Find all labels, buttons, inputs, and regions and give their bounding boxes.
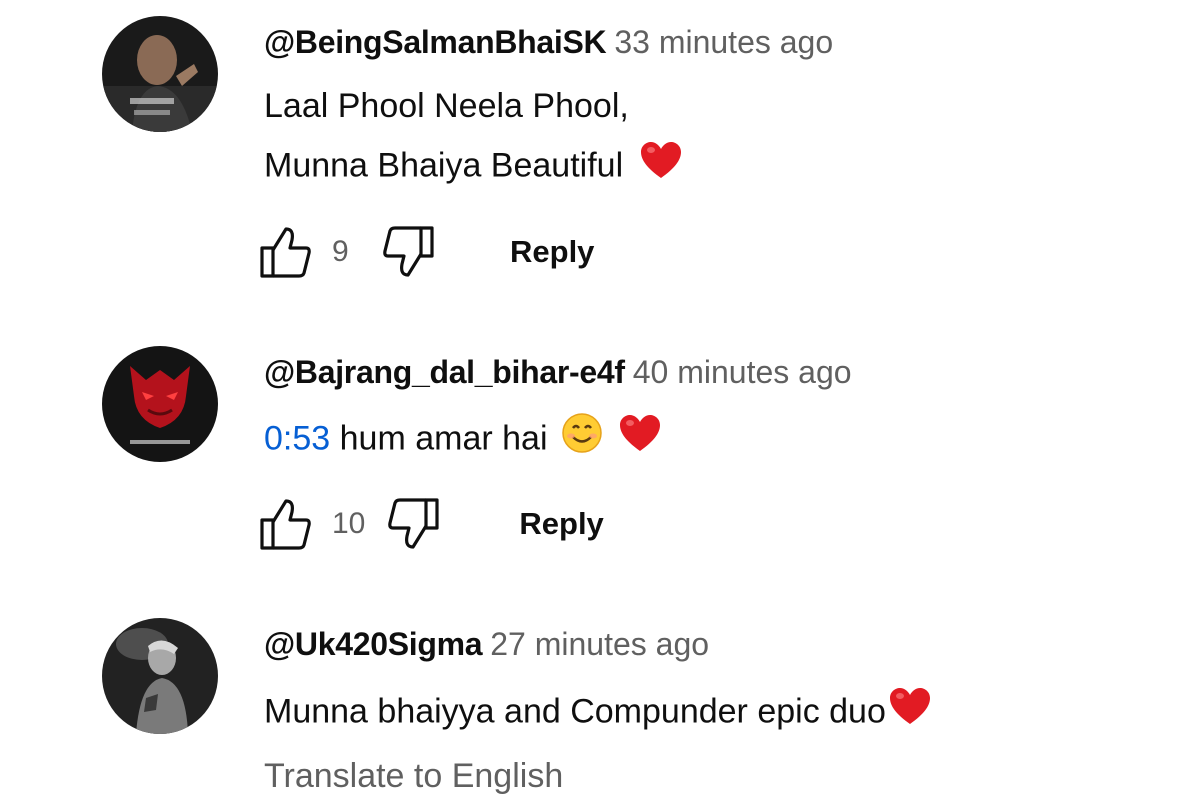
like-count: 9 [332, 235, 349, 268]
author-name[interactable]: @BeingSalmanBhaiSK [264, 24, 607, 60]
dislike-button[interactable] [385, 496, 441, 552]
translate-button[interactable]: Translate to English [264, 754, 563, 798]
comment-actions: 10 Reply [258, 496, 604, 552]
comment-text: Munna Bhaiya Beautiful [264, 142, 683, 193]
reply-button[interactable]: Reply [519, 506, 603, 542]
thumbs-up-icon [260, 499, 311, 550]
like-count: 10 [332, 507, 366, 540]
comment-text-line: Laal Phool Neela Phool, [264, 87, 629, 125]
like-button[interactable] [258, 496, 314, 552]
avatar-red-face-icon [102, 346, 218, 462]
reply-button[interactable]: Reply [510, 234, 594, 270]
comment-header: @Uk420Sigma 27 minutes ago [264, 624, 709, 664]
thumbs-down-icon [383, 226, 434, 277]
avatar[interactable] [102, 16, 218, 132]
comment-header: @BeingSalmanBhaiSK 33 minutes ago [264, 22, 833, 62]
comments-section: @BeingSalmanBhaiSK 33 minutes ago Laal Ph… [0, 0, 1200, 800]
avatar[interactable] [102, 346, 218, 462]
avatar-man-pointing-icon [102, 16, 218, 132]
author-name[interactable]: @Bajrang_dal_bihar-e4f [264, 354, 625, 390]
red-heart-icon [618, 413, 662, 464]
avatar-grey-figure-icon [102, 618, 218, 734]
avatar[interactable] [102, 618, 218, 734]
comment-actions: 9 Reply [258, 224, 594, 280]
comment-text: Laal Phool Neela Phool, [264, 84, 629, 128]
dislike-button[interactable] [380, 224, 436, 280]
comment-time[interactable]: 27 minutes ago [490, 626, 709, 662]
comment-time[interactable]: 40 minutes ago [633, 354, 852, 390]
thumbs-up-icon [260, 227, 311, 278]
comment-text-line: Munna Bhaiya Beautiful [264, 146, 624, 185]
comment-time[interactable]: 33 minutes ago [614, 24, 833, 60]
like-button[interactable] [258, 224, 314, 280]
comment-header: @Bajrang_dal_bihar-e4f 40 minutes ago [264, 352, 852, 392]
red-heart-icon [639, 140, 683, 191]
author-name[interactable]: @Uk420Sigma [264, 626, 483, 662]
comment-text-line: hum amar hai [330, 419, 548, 458]
comment-text-line: Munna bhaiyya and Compunder epic duo [264, 692, 886, 731]
video-timestamp-link[interactable]: 0:53 [264, 419, 330, 457]
smiling-face-icon [561, 412, 603, 465]
comment-text: 0:53 hum amar hai [264, 412, 662, 467]
thumbs-down-icon [388, 498, 439, 549]
red-heart-icon [888, 686, 932, 737]
comment-text: Munna bhaiyya and Compunder epic duo [264, 688, 932, 739]
